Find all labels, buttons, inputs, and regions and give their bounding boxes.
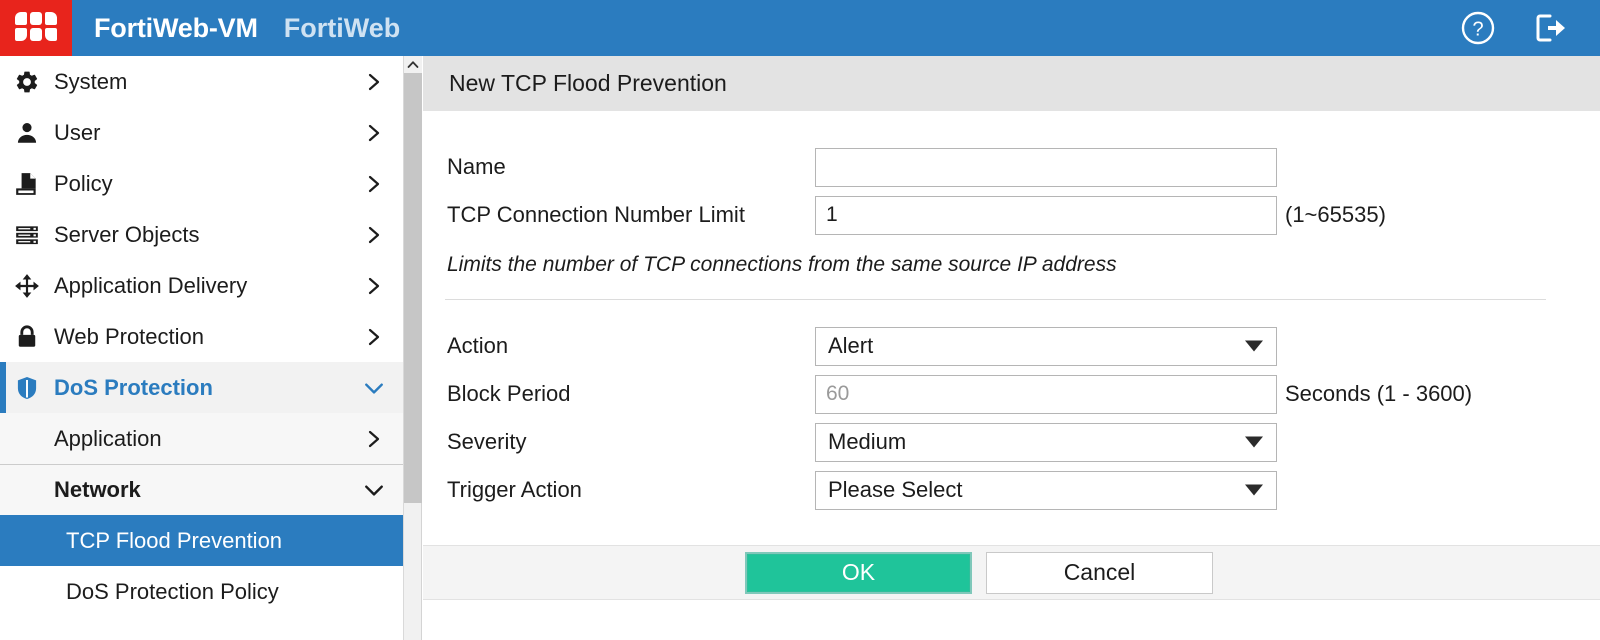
dialog-button-bar: OK Cancel	[423, 545, 1600, 600]
sidebar-item-network[interactable]: Network	[0, 464, 403, 515]
sidebar-item-label: System	[54, 68, 128, 94]
sidebar-item-label: TCP Flood Prevention	[66, 527, 283, 553]
sidebar-item-system[interactable]: System	[0, 56, 403, 107]
chevron-right-icon	[361, 222, 387, 248]
form-row-block-period: Block Period Seconds (1 - 3600)	[423, 370, 1600, 418]
lock-icon	[14, 322, 46, 352]
panel-header: New TCP Flood Prevention	[423, 56, 1600, 111]
help-circle-icon[interactable]: ?	[1458, 8, 1498, 48]
cancel-button[interactable]: Cancel	[986, 551, 1213, 594]
form-row-action: Action Alert	[423, 322, 1600, 370]
severity-label: Severity	[447, 429, 527, 454]
logout-icon[interactable]	[1530, 8, 1570, 48]
active-group-accent-bar	[0, 362, 6, 413]
sidebar-item-label: Application Delivery	[54, 272, 248, 298]
chevron-right-icon	[361, 171, 387, 197]
sidebar-item-label: Web Protection	[54, 323, 205, 349]
trigger-action-label: Trigger Action	[447, 477, 582, 502]
form-section-general: Name TCP Connection Number Limit (1~6553…	[423, 111, 1600, 300]
scroll-up-arrow-icon[interactable]	[404, 56, 422, 73]
logo-cell	[45, 28, 57, 41]
sidebar-item-label: Server Objects	[54, 221, 200, 247]
sidebar-item-policy[interactable]: Policy	[0, 158, 403, 209]
name-field-wrap	[815, 147, 1277, 187]
sidebar-item-label: DoS Protection	[54, 374, 213, 400]
sidebar-item-server-objects[interactable]: Server Objects	[0, 209, 403, 260]
sidebar-item-tcp-flood-prevention[interactable]: TCP Flood Prevention	[0, 515, 403, 566]
trigger-action-select[interactable]: Please Select	[815, 470, 1277, 510]
chevron-right-icon	[361, 426, 387, 452]
tcp-connection-hint-text: Limits the number of TCP connections fro…	[447, 253, 1117, 276]
gear-icon	[14, 67, 46, 97]
chevron-down-icon	[361, 375, 387, 401]
chevron-right-icon	[361, 120, 387, 146]
server-icon	[14, 220, 46, 250]
logo-cell	[30, 12, 42, 25]
form-row-tcp-connection-number-limit: TCP Connection Number Limit (1~65535)	[423, 191, 1600, 239]
severity-field-wrap: Medium	[815, 422, 1277, 462]
sidebar-scrollbar[interactable]	[404, 56, 422, 640]
sidebar-item-label: Application	[54, 425, 162, 451]
form-section-action: Action Alert Block Period Seconds (1 - 3…	[423, 300, 1600, 514]
form-row-severity: Severity Medium	[423, 418, 1600, 466]
severity-select-wrap: Medium	[815, 422, 1277, 462]
trigger-action-select-wrap: Please Select	[815, 470, 1277, 510]
block-period-input[interactable]	[815, 374, 1277, 414]
action-select[interactable]: Alert	[815, 326, 1277, 366]
action-select-wrap: Alert	[815, 326, 1277, 366]
sidebar-item-label: Policy	[54, 170, 113, 196]
sidebar-item-application-delivery[interactable]: Application Delivery	[0, 260, 403, 311]
policy-icon	[14, 169, 46, 199]
logo-grid	[15, 12, 57, 44]
chevron-right-icon	[361, 69, 387, 95]
block-period-field-wrap	[815, 374, 1277, 414]
page-title: New TCP Flood Prevention	[449, 70, 727, 96]
tcp-flood-prevention-form: Name TCP Connection Number Limit (1~6553…	[423, 111, 1600, 514]
ok-button[interactable]: OK	[745, 551, 972, 594]
block-period-label: Block Period	[447, 381, 571, 406]
action-label: Action	[447, 333, 509, 358]
sidebar-item-label: User	[54, 119, 101, 145]
chevron-right-icon	[361, 273, 387, 299]
sidebar-item-dos-protection[interactable]: DoS Protection	[0, 362, 403, 413]
tcp-connection-number-limit-range: (1~65535)	[1285, 202, 1386, 227]
product-family: FortiWeb	[283, 12, 401, 43]
logo-cell	[15, 12, 27, 25]
svg-text:?: ?	[1472, 19, 1483, 41]
severity-select[interactable]: Medium	[815, 422, 1277, 462]
sidebar-item-label: Network	[54, 477, 141, 502]
sidebar-navigation: System User Policy Server Objects Applic…	[0, 56, 404, 640]
sidebar-item-label: DoS Protection Policy	[66, 578, 279, 604]
logo-cell	[30, 28, 42, 41]
scrollbar-thumb[interactable]	[404, 73, 422, 503]
trigger-action-field-wrap: Please Select	[815, 470, 1277, 510]
user-icon	[14, 118, 46, 148]
chevron-right-icon	[361, 324, 387, 350]
name-label: Name	[447, 154, 506, 179]
fortiweb-app-window: FortiWeb-VM FortiWeb ? System User Polic…	[0, 0, 1600, 640]
chevron-down-icon	[361, 477, 387, 503]
tcp-connection-number-limit-field-wrap	[815, 195, 1277, 235]
tcp-connection-number-limit-label: TCP Connection Number Limit	[447, 202, 745, 227]
block-period-range: Seconds (1 - 3600)	[1285, 381, 1473, 406]
move-arrows-icon	[14, 271, 46, 301]
shield-icon	[14, 373, 46, 403]
sidebar-item-web-protection[interactable]: Web Protection	[0, 311, 403, 362]
form-row-trigger-action: Trigger Action Please Select	[423, 466, 1600, 514]
tcp-connection-number-limit-input[interactable]	[815, 195, 1277, 235]
logo-cell	[45, 12, 57, 25]
top-bar: FortiWeb-VM FortiWeb ?	[0, 0, 1600, 56]
form-row-name: Name	[423, 143, 1600, 191]
footer-area	[423, 600, 1600, 640]
logo-cell	[15, 28, 27, 41]
sidebar-item-user[interactable]: User	[0, 107, 403, 158]
sidebar-item-application[interactable]: Application	[0, 413, 403, 464]
sidebar-item-dos-protection-policy[interactable]: DoS Protection Policy	[0, 566, 403, 617]
fortinet-logo-icon[interactable]	[0, 0, 72, 56]
top-bar-actions: ?	[1458, 8, 1600, 48]
name-input[interactable]	[815, 147, 1277, 187]
action-field-wrap: Alert	[815, 326, 1277, 366]
product-name: FortiWeb-VM	[94, 12, 258, 43]
